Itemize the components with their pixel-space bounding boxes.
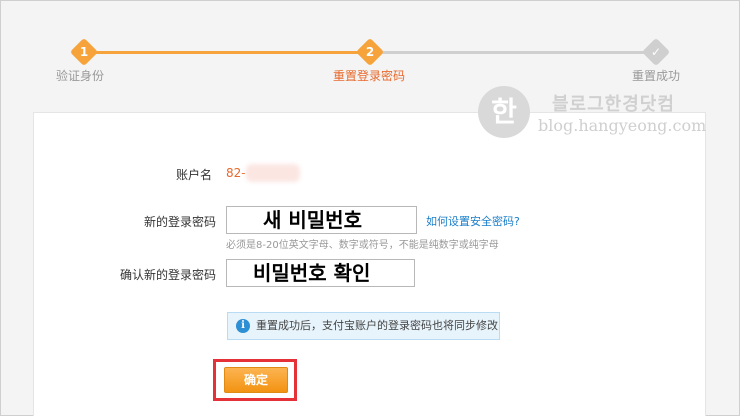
confirm-password-label: 确认新的登录密码 <box>120 268 217 282</box>
watermark-url: blog.hangyeong.com <box>538 116 707 135</box>
info-notice: i 重置成功后，支付宝账户的登录密码也将同步修改 <box>227 312 500 340</box>
info-notice-text: 重置成功后，支付宝账户的登录密码也将同步修改 <box>256 319 498 332</box>
account-value: 82- <box>226 166 246 180</box>
step-3-marker: ✓ <box>641 37 671 67</box>
step-3-label: 重置成功 <box>631 69 681 83</box>
new-password-label: 新的登录密码 <box>144 215 217 229</box>
submit-button[interactable]: 确定 <box>224 367 288 393</box>
step-2-label: 重置登录密码 <box>332 69 406 83</box>
confirm-password-input[interactable]: 비밀번호 확인 <box>226 259 415 287</box>
step-2-marker: 2 <box>355 37 385 67</box>
progress-track-pending <box>372 51 658 54</box>
step-1-label: 验证身份 <box>55 69 105 83</box>
info-icon: i <box>236 319 250 333</box>
checkmark-icon: ✓ <box>650 45 662 59</box>
watermark-logo-icon: 한 <box>478 86 530 138</box>
progress-track-done <box>84 51 370 54</box>
password-hint: 必须是8-20位英文字母、数字或符号，不能是纯数字或纯字母 <box>226 240 499 251</box>
redacted-account-blur <box>246 164 300 182</box>
new-password-input[interactable]: 새 비밀번호 <box>226 206 417 234</box>
step-1-marker: 1 <box>69 37 99 67</box>
watermark-title: 블로그한경닷컴 <box>552 94 675 115</box>
account-label: 账户名 <box>176 168 213 182</box>
password-help-link[interactable]: 如何设置安全密码? <box>426 213 520 229</box>
